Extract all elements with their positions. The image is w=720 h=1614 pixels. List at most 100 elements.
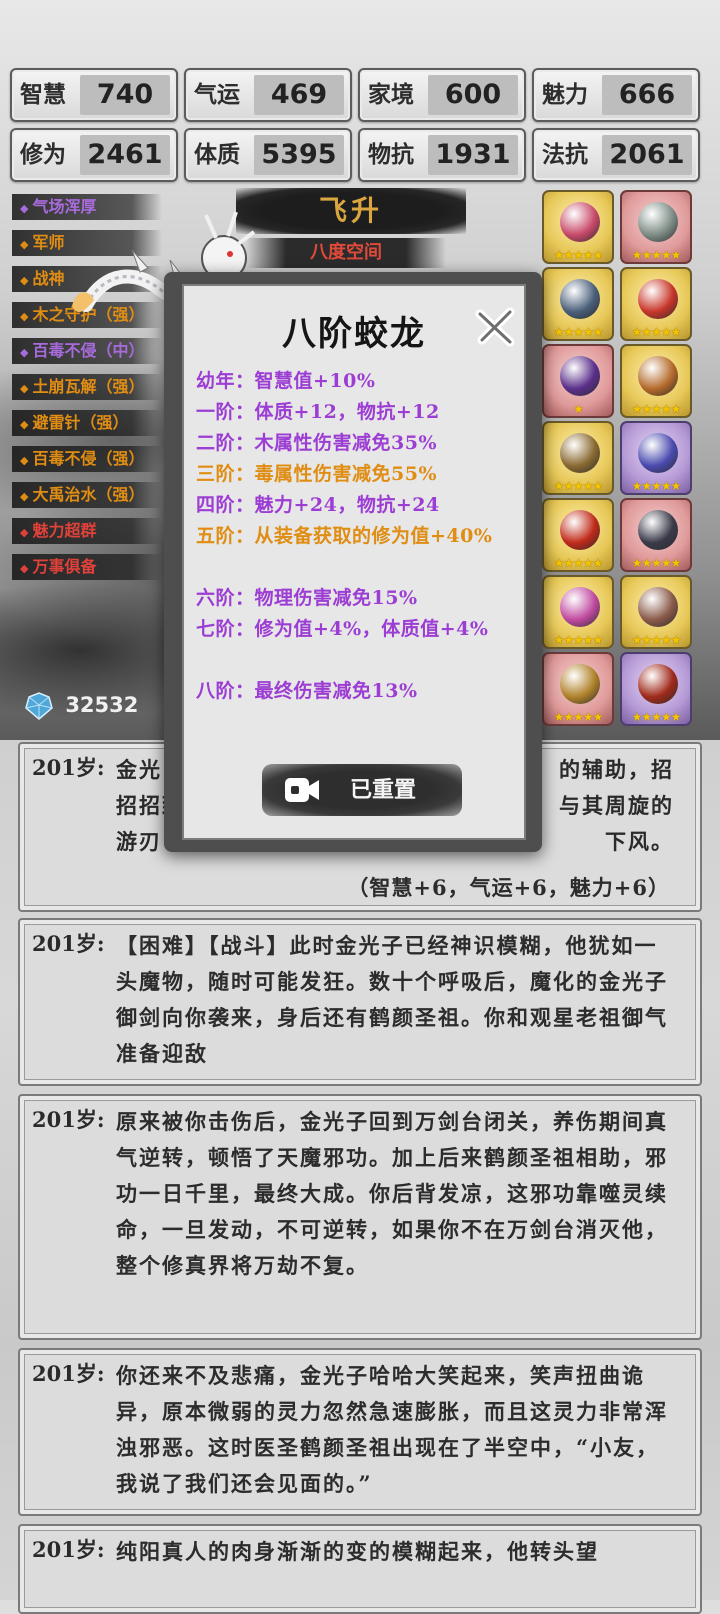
equipment-slot[interactable]: ★★★★★ <box>620 190 692 264</box>
trait-item[interactable]: ◆ 百毒不侵（中） <box>12 338 162 364</box>
log-result: （智慧+6，气运+6，魅力+6） <box>347 875 670 900</box>
jade-spade-icon <box>638 202 678 242</box>
trait-item[interactable]: ◆ 大禹治水（强） <box>12 482 162 508</box>
trait-item[interactable]: ◆ 土崩瓦解（强） <box>12 374 162 400</box>
stat-label: 家境 <box>368 81 414 108</box>
star-rating: ★★★★★ <box>631 710 682 724</box>
equipment-slot[interactable]: ★★★★★ <box>542 575 614 649</box>
star-rating: ★★★★★ <box>631 325 682 339</box>
stat-charm[interactable]: 魅力 666 <box>532 68 700 122</box>
equipment-slot[interactable]: ★★★★★ <box>620 421 692 495</box>
trait-item[interactable]: ◆ 百毒不侵（强） <box>12 446 162 472</box>
star-rating: ★★★★★ <box>553 556 604 570</box>
star-rating: ★ <box>573 402 584 416</box>
diamond-icon <box>25 692 53 720</box>
star-rating: ★★★★★ <box>553 710 604 724</box>
equipment-slot[interactable]: ★★★★★ <box>542 498 614 572</box>
close-icon[interactable] <box>474 306 516 348</box>
red-orb-icon <box>560 510 600 550</box>
log-age: 201岁: <box>32 931 105 956</box>
equipment-slot[interactable]: ★★★★★ <box>542 190 614 264</box>
pink-teapot-icon <box>560 587 600 627</box>
tier-effect: 一阶：体质+12，物抗+12 <box>196 401 440 423</box>
tier-effect: 三阶：毒属性伤害减免55% <box>196 463 437 485</box>
log-age: 201岁: <box>32 1361 105 1386</box>
trait-item[interactable]: ◆ 避雷针（强） <box>12 410 162 436</box>
log-entry[interactable]: 201岁: 原来被你击伤后，金光子回到万剑台闭关，养伤期间真气逆转，顿悟了天魔邪… <box>18 1094 702 1340</box>
trait-label: 魅力超群 <box>32 521 97 540</box>
star-rating: ★★★★★ <box>553 633 604 647</box>
golden-cauldron-icon <box>638 356 678 396</box>
diamond-bullet-icon: ◆ <box>20 526 29 539</box>
realm-label: 八度空间 <box>246 238 446 268</box>
star-rating: ★★★★★ <box>553 325 604 339</box>
diamond-bullet-icon: ◆ <box>20 418 29 431</box>
stat-value: 2061 <box>602 135 692 175</box>
currency-display: 32532 <box>24 688 138 722</box>
currency-amount: 32532 <box>65 693 139 717</box>
log-entry[interactable]: 201岁: 【困难】【战斗】此时金光子已经神识模糊，他犹如一头魔物，随时可能发狂… <box>18 918 702 1086</box>
star-rating: ★★★★★ <box>631 402 682 416</box>
star-rating: ★★★★★ <box>631 479 682 493</box>
diamond-bullet-icon: ◆ <box>20 562 29 575</box>
stat-cultivation[interactable]: 修为 2461 <box>10 128 178 182</box>
tier-effect: 四阶：魅力+24，物抗+24 <box>196 494 440 516</box>
trait-label: 土崩瓦解（强） <box>32 377 145 396</box>
reset-button[interactable]: 已重置 <box>262 764 462 816</box>
diamond-bullet-icon: ◆ <box>20 346 29 359</box>
equipment-slot[interactable]: ★★★★★ <box>620 652 692 726</box>
equipment-slot[interactable]: ★★★★★ <box>542 267 614 341</box>
star-rating: ★★★★★ <box>553 248 604 262</box>
flame-spear-icon <box>638 664 678 704</box>
diamond-bullet-icon: ◆ <box>20 274 29 287</box>
equipment-slot[interactable]: ★★★★★ <box>542 421 614 495</box>
stat-value: 600 <box>428 75 518 115</box>
stat-luck[interactable]: 气运 469 <box>184 68 352 122</box>
diamond-bullet-icon: ◆ <box>20 490 29 503</box>
log-text-line: 的辅助，招 <box>559 757 674 782</box>
scroll-icon <box>638 587 678 627</box>
stat-wisdom[interactable]: 智慧 740 <box>10 68 178 122</box>
log-text: 你还来不及悲痛，金光子哈哈大笑起来，笑声扭曲诡异，原本微弱的灵力忽然急速膨胀，而… <box>116 1363 668 1496</box>
stat-family[interactable]: 家境 600 <box>358 68 526 122</box>
tier-effect: 五阶：从装备获取的修为值+40% <box>196 525 493 547</box>
equipment-slot[interactable]: ★★★★★ <box>620 344 692 418</box>
log-age: 201岁: <box>32 1107 105 1132</box>
stat-label: 魅力 <box>542 81 588 108</box>
diamond-bullet-icon: ◆ <box>20 202 29 215</box>
log-text-line: 与其周旋的 <box>559 793 674 818</box>
trait-label: 万事俱备 <box>32 557 97 576</box>
modal-title: 八阶蛟龙 <box>282 314 426 354</box>
stat-value: 740 <box>80 75 170 115</box>
crimson-bird-icon <box>560 202 600 242</box>
stat-constitution[interactable]: 体质 5395 <box>184 128 352 182</box>
log-entry[interactable]: 201岁: 你还来不及悲痛，金光子哈哈大笑起来，笑声扭曲诡异，原本微弱的灵力忽然… <box>18 1348 702 1516</box>
stat-physical-resist[interactable]: 物抗 1931 <box>358 128 526 182</box>
sapphire-ring-icon <box>638 433 678 473</box>
log-text-right: 的辅助，招 与其周旋的 下风。 <box>559 752 674 860</box>
ascend-title[interactable]: 飞升 <box>236 188 466 234</box>
tier-effect: 二阶：木属性伤害减免35% <box>196 432 437 454</box>
stat-label: 体质 <box>194 141 240 168</box>
stat-label: 智慧 <box>20 81 66 108</box>
trait-item[interactable]: ◆ 魅力超群 <box>12 518 162 544</box>
log-entry[interactable]: 201岁: 纯阳真人的肉身渐渐的变的模糊起来，他转头望 <box>18 1524 702 1614</box>
equipment-slot[interactable]: ★★★★★ <box>620 575 692 649</box>
stat-value: 2461 <box>80 135 170 175</box>
log-text: 【困难】【战斗】此时金光子已经神识模糊，他犹如一头魔物，随时可能发狂。数十个呼吸… <box>116 933 668 1066</box>
trait-item[interactable]: ◆ 万事俱备 <box>12 554 162 580</box>
golden-sword-icon <box>560 664 600 704</box>
trait-label: 军师 <box>32 233 65 252</box>
stat-value: 469 <box>254 75 344 115</box>
stat-value: 666 <box>602 75 692 115</box>
equipment-slot[interactable]: ★ <box>542 344 614 418</box>
equipment-slot[interactable]: ★★★★★ <box>542 652 614 726</box>
modal-panel: 八阶蛟龙 幼年：智慧值+10% 一阶：体质+12，物抗+12 二阶：木属性伤害减免3… <box>182 284 526 840</box>
stat-label: 法抗 <box>542 141 588 168</box>
reset-button-label: 已重置 <box>350 777 417 803</box>
stat-magic-resist[interactable]: 法抗 2061 <box>532 128 700 182</box>
equipment-slot[interactable]: ★★★★★ <box>620 498 692 572</box>
ruby-ring-icon <box>638 279 678 319</box>
diamond-bullet-icon: ◆ <box>20 382 29 395</box>
equipment-slot[interactable]: ★★★★★ <box>620 267 692 341</box>
